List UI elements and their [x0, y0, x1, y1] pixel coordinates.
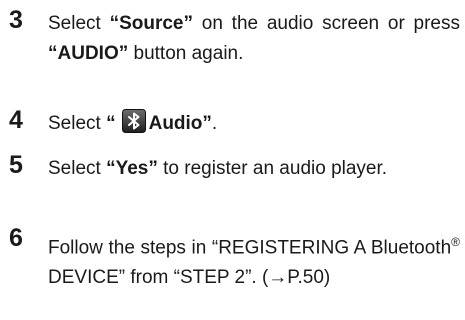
registered-mark: ® — [451, 235, 460, 249]
step-text: Select “Yes” to register an audio play­e… — [48, 158, 388, 179]
step-text: Select “Audio”. — [48, 108, 460, 139]
audio-button-keyword: “AUDIO” — [48, 43, 129, 64]
step-number: 5 — [9, 151, 23, 179]
step-text: Follow the steps in “REGISTERING A Bluet… — [48, 235, 460, 289]
source-keyword: “Source” — [109, 13, 193, 34]
step-number: 3 — [9, 6, 23, 34]
step-text: Select “Source” on the audio screen or p… — [48, 13, 460, 64]
manual-page: 3 Select “Source” on the audio screen or… — [0, 0, 465, 320]
step-number: 4 — [9, 106, 23, 134]
step-number: 6 — [9, 224, 23, 252]
bluetooth-audio-keyword: Audio” — [148, 113, 212, 134]
bluetooth-icon — [121, 108, 146, 133]
yes-keyword: “Yes” — [106, 158, 158, 179]
